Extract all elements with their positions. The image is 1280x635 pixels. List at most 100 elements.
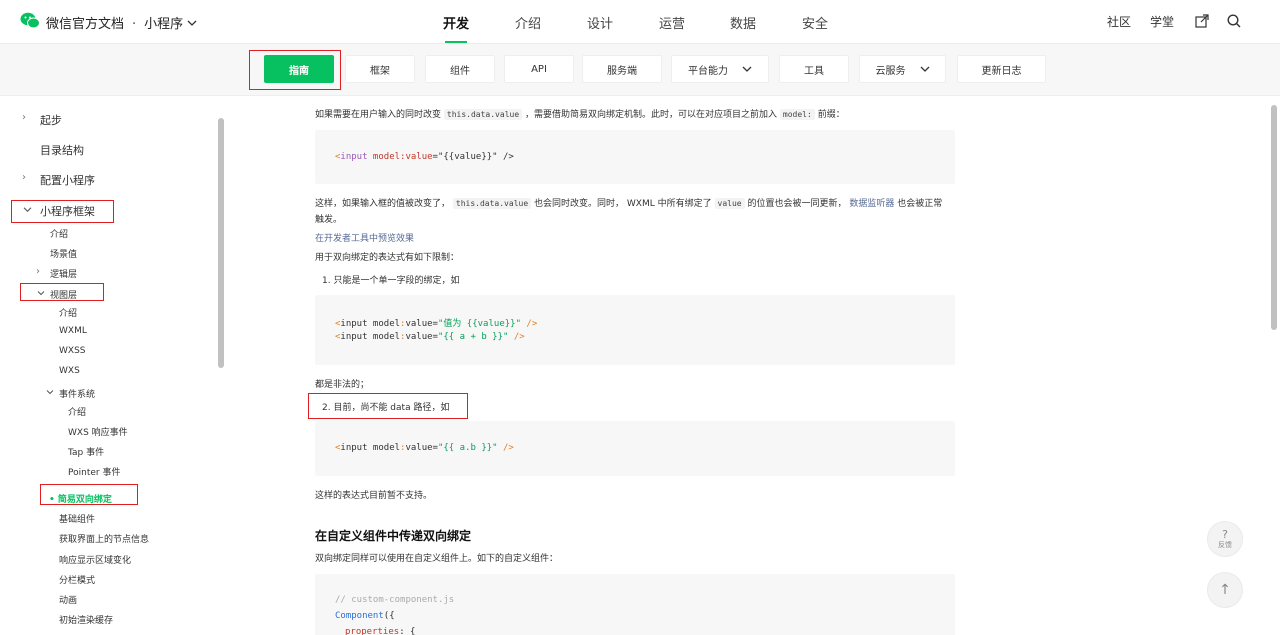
sidebar-item-label: 初始渲染缓存 (59, 616, 114, 626)
sidebar-item-logic[interactable]: › 逻辑层 (36, 266, 77, 280)
open-external-icon[interactable] (1194, 13, 1210, 29)
code-token: "值为 {{value}}" (437, 319, 521, 329)
sidebar-item-wxss[interactable]: WXSS (59, 346, 86, 356)
sidebar-item-wxs[interactable]: WXS (59, 366, 80, 376)
sidebar-item-scene[interactable]: 场景值 (50, 247, 77, 260)
sidebar-item-intro[interactable]: 介绍 (50, 227, 68, 240)
code-token: value (405, 319, 433, 329)
code-token: value (405, 332, 433, 342)
sidebar-item-base-components[interactable]: 基础组件 (59, 512, 95, 525)
highlight-box (20, 283, 104, 301)
nav-intro[interactable]: 介绍 (515, 13, 541, 32)
section-heading: 在自定义组件中传递双向绑定 (315, 529, 472, 543)
sidebar-scrollbar[interactable] (218, 118, 224, 368)
logo-icon[interactable] (20, 12, 40, 30)
code-token: input model (340, 319, 401, 329)
back-to-top-button[interactable]: ↑ (1207, 572, 1243, 608)
nav-dev[interactable]: 开发 (443, 13, 469, 32)
nav-design[interactable]: 设计 (587, 13, 613, 32)
sidebar-item-label: 介绍 (68, 408, 87, 418)
highlight-box (249, 50, 341, 90)
sidebar-item-start[interactable]: › 起步 (22, 112, 62, 128)
code-token: /> (508, 332, 525, 342)
sidebar-item-label: 目录结构 (40, 144, 84, 157)
code-block[interactable]: // custom-component.js Component({ prope… (315, 574, 955, 635)
tab-components-label: 组件 (450, 65, 470, 77)
tab-framework[interactable]: 框架 (345, 55, 415, 83)
top-bar: 微信官方文档 · 小程序 开发 介绍 设计 运营 数据 安全 社区 学堂 (0, 0, 1280, 44)
paragraph: 都是非法的； (315, 380, 370, 390)
brand[interactable]: 微信官方文档 · 小程序 (46, 13, 197, 32)
code-token: "{{ a.b }}" (437, 443, 498, 453)
nav-data[interactable]: 数据 (730, 13, 756, 32)
paragraph-text: WXML 中所有绑定了 (626, 199, 712, 209)
sidebar-item-animation[interactable]: 动画 (59, 593, 77, 606)
highlight-box (11, 200, 114, 223)
nav-academy[interactable]: 学堂 (1150, 13, 1174, 30)
sidebar-item-tap-events[interactable]: Tap 事件 (68, 445, 104, 458)
chevron-right-icon: › (22, 112, 26, 123)
code-line: Component({ (335, 611, 395, 621)
code-token: input model (340, 332, 401, 342)
sidebar-item-node-info[interactable]: 获取界面上的节点信息 (59, 532, 149, 545)
paragraph-text: 的位置也会被一同更新， (747, 199, 847, 209)
code-token: model:value (367, 152, 433, 162)
sidebar-item-label: 事件系统 (59, 390, 96, 400)
preview-link[interactable]: 在开发者工具中预览效果 (315, 231, 414, 244)
sidebar-item-events-intro[interactable]: 介绍 (68, 405, 86, 418)
sidebar-item-label: WXS 响应事件 (68, 428, 128, 438)
sidebar-item-split-mode[interactable]: 分栏模式 (59, 573, 95, 586)
sidebar-item-label: 分栏模式 (59, 576, 96, 586)
nav-community[interactable]: 社区 (1107, 13, 1131, 30)
sidebar-item-resize[interactable]: 响应显示区域变化 (59, 553, 131, 566)
code-block[interactable]: <input model:value="值为 {{value}}" /> <in… (315, 295, 955, 365)
sidebar-item-wxs-events[interactable]: WXS 响应事件 (68, 425, 128, 438)
highlight-box (308, 393, 468, 419)
page-scrollbar[interactable] (1271, 105, 1277, 330)
tab-api[interactable]: API (504, 55, 574, 83)
code-line: <input model:value="{{value}}" /> (335, 152, 514, 162)
sidebar-item-config[interactable]: › 配置小程序 (22, 172, 95, 188)
arrow-up-icon: ↑ (1219, 582, 1231, 598)
tab-cloud[interactable]: 云服务 (859, 55, 946, 83)
search-icon[interactable] (1226, 13, 1242, 29)
feedback-button[interactable]: ? 反馈 (1207, 521, 1243, 557)
sidebar-item-events[interactable]: 事件系统 (46, 387, 96, 400)
code-line: <input model:value="{{ a + b }}" /> (335, 332, 525, 342)
code-token: ({ (383, 611, 395, 621)
code-block[interactable]: <input model:value="{{ a.b }}" /> (315, 421, 955, 476)
sidebar-item-label: 获取界面上的节点信息 (59, 535, 150, 545)
sidebar-item-pointer-events[interactable]: Pointer 事件 (68, 465, 120, 478)
code-line: <input model:value="{{ a.b }}" /> (335, 443, 514, 453)
sidebar-item-label: Tap 事件 (68, 448, 105, 458)
data-observer-link[interactable]: 数据监听器 (849, 199, 894, 209)
tab-server-label: 服务端 (607, 65, 637, 77)
product-selector[interactable]: 小程序 (144, 17, 183, 32)
tab-platform[interactable]: 平台能力 (671, 55, 769, 83)
feedback-label: 反馈 (1218, 540, 1232, 549)
sidebar-item-wxml[interactable]: WXML (59, 326, 87, 336)
paragraph-text: ，需要借助简易双向绑定机制。此时，可以在对应项目之前加入 (525, 110, 778, 120)
sidebar-item-directory[interactable]: 目录结构 (40, 142, 84, 158)
sidebar-item-view-intro[interactable]: 介绍 (59, 306, 77, 319)
code-line: <input model:value="值为 {{value}}" /> (335, 316, 537, 329)
tab-components[interactable]: 组件 (425, 55, 495, 83)
sidebar-item-label: WXSS (59, 346, 86, 356)
paragraph-text: 触发。 (315, 215, 343, 225)
code-token: /> (521, 319, 538, 329)
chevron-down-icon (920, 66, 929, 72)
chevron-down-icon[interactable] (187, 19, 197, 27)
tab-server[interactable]: 服务端 (582, 55, 662, 83)
tab-changelog[interactable]: 更新日志 (957, 55, 1046, 83)
tab-platform-label: 平台能力 (688, 65, 728, 77)
paragraph: 这样的表达式目前暂不支持。 (315, 491, 433, 501)
paragraph-text: 也会被正常 (897, 199, 943, 209)
nav-operations[interactable]: 运营 (659, 13, 685, 32)
tab-api-label: API (531, 63, 547, 75)
code-block[interactable]: <input model:value="{{value}}" /> (315, 130, 955, 184)
tab-tools[interactable]: 工具 (779, 55, 849, 83)
code-token: input model (340, 443, 401, 453)
paragraph: 这样，如果输入框的值被改变了， this.data.value 也会同时改变。同… (315, 196, 942, 209)
nav-security[interactable]: 安全 (802, 13, 828, 32)
sidebar-item-render-cache[interactable]: 初始渲染缓存 (59, 613, 113, 626)
